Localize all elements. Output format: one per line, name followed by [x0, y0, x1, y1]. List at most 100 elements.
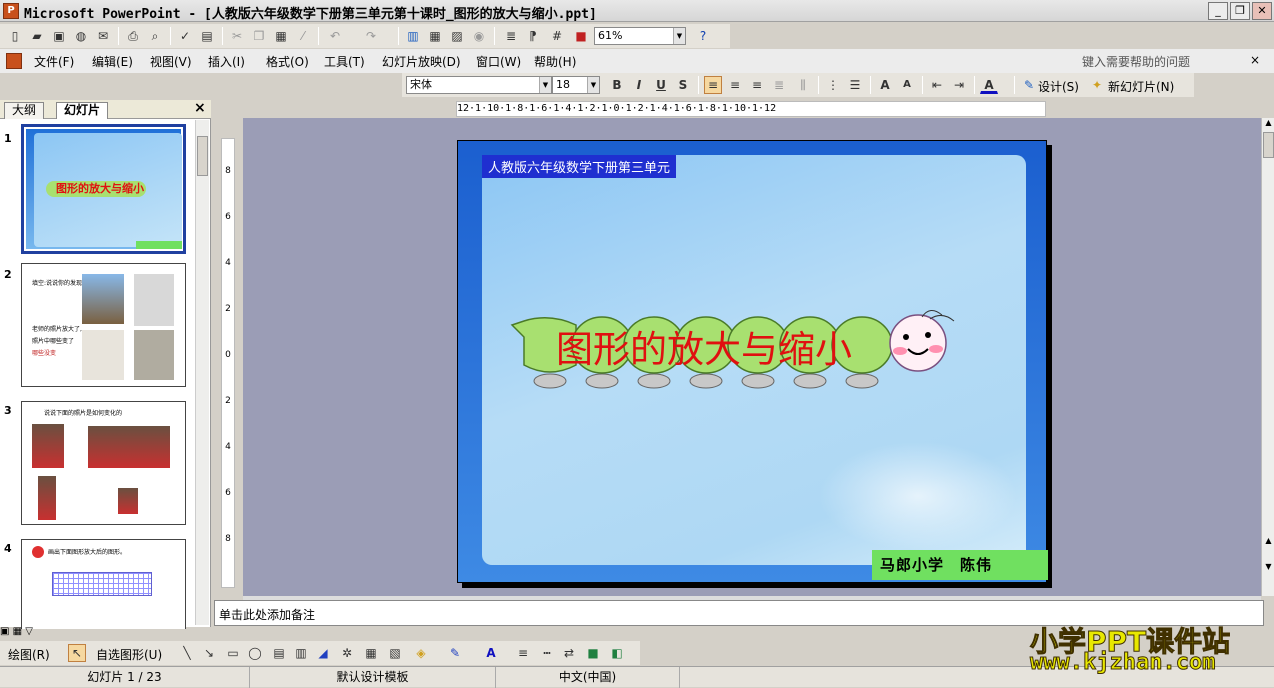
email-icon[interactable]: ✉: [94, 27, 112, 45]
chart-icon[interactable]: ▥: [404, 27, 422, 45]
tables-borders-icon[interactable]: ▨: [448, 27, 466, 45]
next-slide-icon[interactable]: ▼: [1263, 562, 1274, 574]
editor-vertical-scrollbar[interactable]: ▲ ▲ ▼: [1261, 118, 1274, 596]
slideshow-icon[interactable]: ▽: [25, 626, 33, 637]
menu-slideshow[interactable]: 幻灯片放映(D): [382, 53, 461, 70]
clipart-icon[interactable]: ▦: [362, 644, 380, 662]
new-slide-icon[interactable]: ✦: [1088, 76, 1106, 94]
powerpoint-icon[interactable]: P: [3, 3, 19, 19]
shadow-button[interactable]: S: [674, 76, 692, 94]
menu-window[interactable]: 窗口(W): [476, 53, 521, 70]
design-template[interactable]: 默认设计模板: [250, 667, 496, 688]
decrease-indent-icon[interactable]: ⇤: [928, 76, 946, 94]
help-icon[interactable]: ?: [694, 27, 712, 45]
table-icon[interactable]: ▦: [426, 27, 444, 45]
align-center-icon[interactable]: ≡: [726, 76, 744, 94]
font-size-dropdown[interactable]: 18 ▼: [552, 76, 600, 94]
zoom-dropdown[interactable]: 61% ▼: [594, 27, 686, 45]
menu-insert[interactable]: 插入(I): [208, 53, 245, 70]
help-question-input[interactable]: 键入需要帮助的问题: [1082, 53, 1190, 70]
menu-view[interactable]: 视图(V): [150, 53, 192, 70]
oval-icon[interactable]: ◯: [246, 644, 264, 662]
menu-help[interactable]: 帮助(H): [534, 53, 576, 70]
scroll-thumb[interactable]: [1263, 132, 1274, 158]
spelling-icon[interactable]: ✓: [176, 27, 194, 45]
bullets-icon[interactable]: ☰: [846, 76, 864, 94]
align-right-icon[interactable]: ≡: [748, 76, 766, 94]
font-color-icon[interactable]: A: [482, 644, 500, 662]
restore-button[interactable]: ❐: [1230, 2, 1250, 20]
slide-thumbnail-1[interactable]: 图形的放大与缩小: [21, 124, 186, 254]
panel-close-button[interactable]: ×: [194, 100, 206, 116]
increase-font-icon[interactable]: A: [876, 76, 894, 94]
wordart-icon[interactable]: ◢: [314, 644, 332, 662]
research-icon[interactable]: ▤: [198, 27, 216, 45]
decrease-font-icon[interactable]: A: [898, 76, 916, 94]
save-icon[interactable]: ▣: [50, 27, 68, 45]
design-button[interactable]: 设计(S): [1038, 78, 1079, 95]
undo-icon[interactable]: ↶: [326, 27, 344, 45]
text-direction-icon[interactable]: ⫼: [794, 76, 812, 94]
font-dropdown[interactable]: 宋体 ▼: [406, 76, 552, 94]
tab-outline[interactable]: 大纲: [4, 102, 45, 119]
line-icon[interactable]: ╲: [178, 644, 196, 662]
textbox-icon[interactable]: ▤: [270, 644, 288, 662]
permission-icon[interactable]: ◍: [72, 27, 90, 45]
select-pointer-icon[interactable]: ↖: [68, 644, 86, 662]
slide-banner[interactable]: 人教版六年级数学下册第三单元: [482, 155, 677, 178]
slide-canvas[interactable]: 人教版六年级数学下册第三单元 图形的放大与缩小 马郎小学 陈伟: [457, 140, 1048, 583]
vertical-textbox-icon[interactable]: ▥: [292, 644, 310, 662]
italic-button[interactable]: I: [630, 76, 648, 94]
expand-icon[interactable]: ≣: [502, 27, 520, 45]
slide-title[interactable]: 图形的放大与缩小: [556, 319, 852, 373]
show-formatting-icon[interactable]: ⁋: [524, 27, 542, 45]
copy-icon[interactable]: ❐: [250, 27, 268, 45]
format-painter-icon[interactable]: ⁄: [294, 27, 312, 45]
line-color-icon[interactable]: ✎: [446, 644, 464, 662]
hyperlink-icon[interactable]: ◉: [470, 27, 488, 45]
autoshapes-menu[interactable]: 自选图形(U): [96, 646, 162, 663]
preview-icon[interactable]: ⌕: [146, 27, 164, 45]
panel-scrollbar[interactable]: [195, 120, 209, 625]
design-icon[interactable]: ✎: [1020, 76, 1038, 94]
menu-file[interactable]: 文件(F): [34, 53, 74, 70]
tab-slides[interactable]: 幻灯片: [56, 102, 109, 119]
previous-slide-icon[interactable]: ▲: [1263, 536, 1274, 548]
grid-icon[interactable]: #: [548, 27, 566, 45]
3d-icon[interactable]: ◧: [608, 644, 626, 662]
menu-edit[interactable]: 编辑(E): [92, 53, 133, 70]
close-button[interactable]: ✕: [1252, 2, 1272, 20]
draw-menu[interactable]: 绘图(R): [8, 646, 50, 663]
fill-color-icon[interactable]: ◈: [412, 644, 430, 662]
new-slide-button[interactable]: 新幻灯片(N): [1108, 78, 1174, 95]
arrow-icon[interactable]: ↘: [200, 644, 218, 662]
redo-icon[interactable]: ↷: [362, 27, 380, 45]
slide-sorter-icon[interactable]: ▦: [13, 626, 22, 637]
increase-indent-icon[interactable]: ⇥: [950, 76, 968, 94]
print-icon[interactable]: ⎙: [124, 27, 142, 45]
diagram-icon[interactable]: ✲: [338, 644, 356, 662]
line-style-icon[interactable]: ≡: [514, 644, 532, 662]
cut-icon[interactable]: ✂: [228, 27, 246, 45]
rectangle-icon[interactable]: ▭: [224, 644, 242, 662]
slide-author[interactable]: 马郎小学 陈伟: [872, 550, 1048, 580]
open-icon[interactable]: ▰: [28, 27, 46, 45]
justify-icon[interactable]: ≣: [770, 76, 788, 94]
slide-thumbnail-2[interactable]: 填空:说说你的发现 老师的照片放大了, 照片中哪些变了 哪些没变: [21, 263, 186, 387]
font-color-icon[interactable]: A: [980, 76, 998, 94]
scroll-up-icon[interactable]: ▲: [1263, 118, 1274, 130]
slide-thumbnail-4[interactable]: 画出下面图形放大后的图形。: [21, 539, 186, 629]
close-doc-button[interactable]: ×: [1250, 53, 1260, 67]
minimize-button[interactable]: _: [1208, 2, 1228, 20]
color-icon[interactable]: ■: [572, 27, 590, 45]
paste-icon[interactable]: ▦: [272, 27, 290, 45]
dash-style-icon[interactable]: ┅: [538, 644, 556, 662]
bold-button[interactable]: B: [608, 76, 626, 94]
menu-format[interactable]: 格式(O): [266, 53, 309, 70]
document-icon[interactable]: [6, 53, 22, 69]
menu-tools[interactable]: 工具(T): [324, 53, 365, 70]
slide-thumbnail-3[interactable]: 说说下面的照片是如何变化的: [21, 401, 186, 525]
normal-view-icon[interactable]: ▣: [0, 626, 9, 637]
align-left-icon[interactable]: ≡: [704, 76, 722, 94]
picture-icon[interactable]: ▧: [386, 644, 404, 662]
